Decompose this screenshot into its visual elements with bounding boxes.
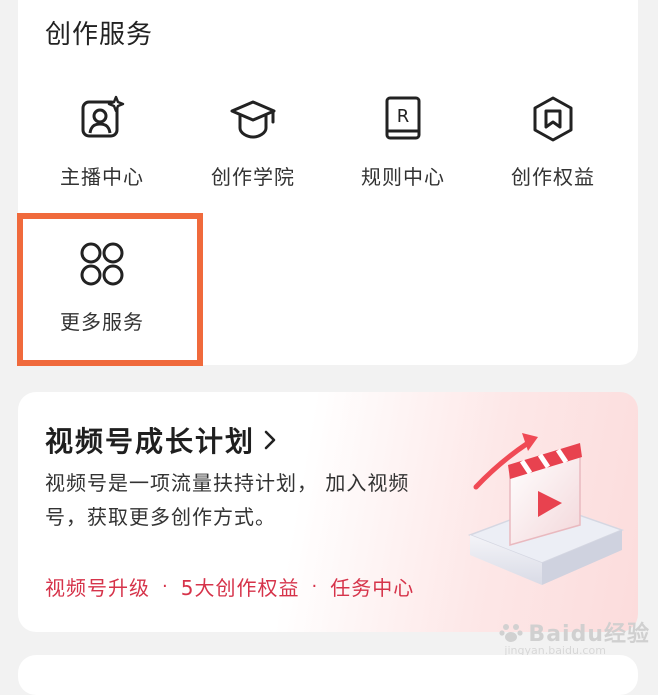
baidu-watermark: Baidu经验 jingyan.baidu.com [498,616,650,657]
anchor-profile-icon [81,95,125,138]
section-title: 创作服务 [45,20,154,50]
service-label: 主播中心 [60,165,144,189]
service-more-services[interactable]: 更多服务 [27,240,177,370]
more-grid-icon [80,242,124,286]
link-task-center[interactable]: 任务中心 [330,572,414,601]
graduation-cap-icon [230,100,276,139]
growth-plan-links: 视频号升级 · 5大创作权益 · 任务中心 [45,572,414,601]
link-benefits[interactable]: 5大创作权益 [181,572,300,601]
growth-plan-title[interactable]: 视频号成长计划 [45,420,277,460]
rules-book-icon: R [385,96,421,140]
chevron-right-icon [264,430,276,450]
service-label: 更多服务 [60,310,144,334]
link-separator: · [162,576,169,597]
service-rules-center[interactable]: R 规则中心 [328,95,478,225]
paw-logo-icon [499,624,524,642]
video-growth-illustration-icon [467,433,625,585]
growth-plan-title-text: 视频号成长计划 [45,425,256,458]
service-creator-benefits[interactable]: 创作权益 [478,95,628,225]
shield-badge-icon [533,96,573,142]
service-anchor-center[interactable]: 主播中心 [27,95,177,225]
service-label: 规则中心 [361,165,445,189]
link-separator: · [311,576,319,597]
service-label: 创作权益 [511,165,595,189]
service-label: 创作学院 [211,165,295,189]
growth-plan-description: 视频号是一项流量扶持计划， 加入视频号，获取更多创作方式。 [45,471,410,529]
svg-text:R: R [397,106,410,127]
service-creator-academy[interactable]: 创作学院 [178,95,328,225]
next-card [18,655,638,695]
link-upgrade[interactable]: 视频号升级 [45,572,150,601]
